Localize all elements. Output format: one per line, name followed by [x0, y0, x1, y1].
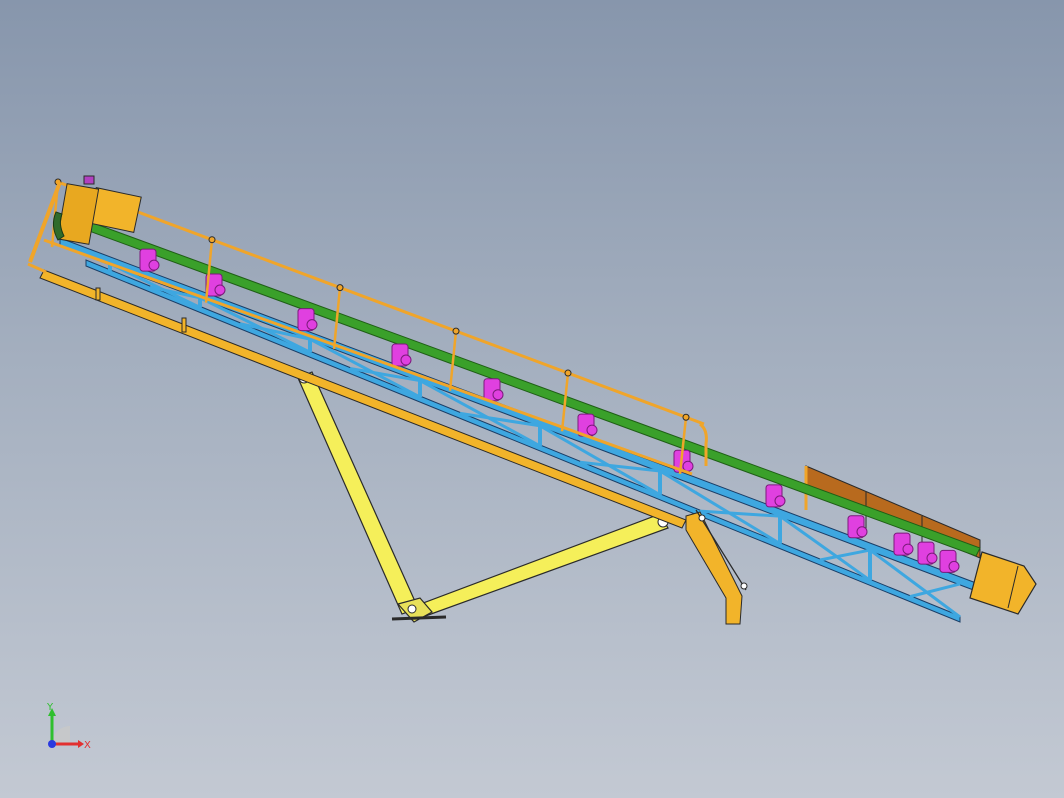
idler: [297, 308, 318, 332]
truss-top-chord: [59, 237, 1001, 601]
idler: [847, 515, 868, 539]
conveyor-belt: [69, 215, 981, 557]
idler: [483, 378, 504, 402]
idler-roller: [214, 284, 226, 296]
idler-set: [139, 248, 960, 573]
idler: [939, 549, 960, 573]
idler: [391, 343, 412, 367]
idler-roller: [902, 543, 914, 555]
idler-roller: [926, 552, 938, 564]
base-foot: [391, 615, 447, 621]
y-axis-label: Y: [46, 702, 54, 713]
guardrail-cap: [682, 413, 690, 421]
z-axis-icon: [48, 740, 56, 748]
idler: [139, 248, 160, 272]
support-leg-lower: [408, 513, 669, 619]
idler: [917, 541, 938, 565]
orientation-triad: X Y: [46, 702, 91, 751]
head-drive: [27, 175, 142, 274]
tail-housing: [969, 551, 1037, 615]
x-axis-label: X: [84, 740, 91, 751]
idler-roller: [856, 526, 868, 538]
guardrail-cap: [564, 369, 572, 377]
idler-roller: [400, 354, 412, 366]
conveyor-model: X Y: [27, 175, 1037, 751]
pivot-pin-knee: [407, 604, 417, 614]
guardrail-cap: [452, 327, 460, 335]
guardrail-cap: [336, 284, 344, 292]
idler-roller: [774, 495, 786, 507]
idler-roller: [586, 424, 598, 436]
idler-roller: [948, 560, 960, 572]
idler-roller: [148, 259, 160, 271]
idler-roller: [492, 389, 504, 401]
idler: [765, 484, 786, 508]
idler-roller: [306, 319, 318, 331]
cad-viewport[interactable]: X Y: [0, 0, 1064, 798]
gearbox-cap: [83, 175, 95, 185]
guardrail-cap: [208, 236, 216, 244]
idler: [893, 532, 914, 556]
